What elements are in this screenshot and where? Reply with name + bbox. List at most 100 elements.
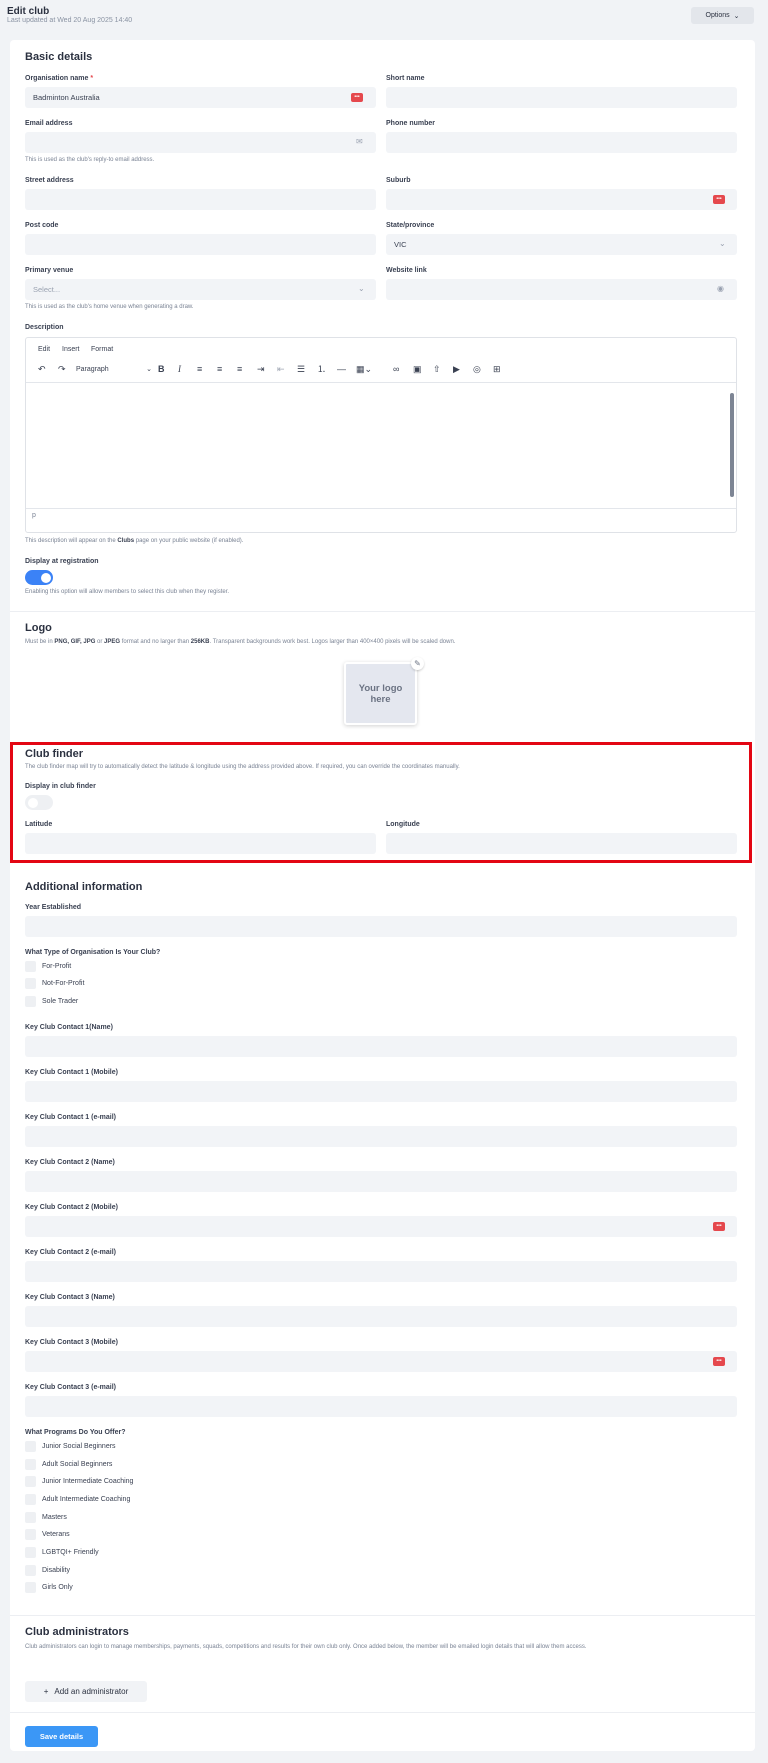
checkbox[interactable] <box>25 1476 36 1487</box>
suburb-input[interactable] <box>386 189 737 210</box>
upload-icon[interactable]: ⇧ <box>433 363 441 375</box>
checkbox[interactable] <box>25 1547 36 1558</box>
bold-icon[interactable]: B <box>158 363 165 375</box>
checkbox[interactable] <box>25 1582 36 1593</box>
checkbox[interactable] <box>25 1494 36 1505</box>
contact-label: Key Club Contact 2 (e-mail) <box>25 1249 117 1256</box>
latitude-label: Latitude <box>25 821 53 828</box>
program-option[interactable]: Girls Only <box>25 1582 73 1593</box>
description-hint: This description will appear on the Club… <box>25 538 244 544</box>
instagram-icon[interactable]: ◎ <box>473 363 481 375</box>
contact-input[interactable] <box>25 1351 737 1372</box>
phone-input[interactable] <box>386 132 737 153</box>
embed-icon[interactable]: ⊞ <box>493 363 501 375</box>
short-name-label: Short name <box>386 75 425 82</box>
menu-insert[interactable]: Insert <box>62 346 80 353</box>
state-label: State/province <box>386 222 435 229</box>
checkbox[interactable] <box>25 1512 36 1523</box>
contact-label: Key Club Contact 3 (e-mail) <box>25 1384 117 1391</box>
redo-icon[interactable]: ↷ <box>58 363 66 375</box>
options-button[interactable]: Options ⌄ <box>691 7 754 24</box>
password-manager-icon[interactable]: ••• <box>713 1222 725 1231</box>
program-option[interactable]: Adult Social Beginners <box>25 1459 112 1470</box>
display-registration-label: Display at registration <box>25 558 99 565</box>
postcode-input[interactable] <box>25 234 376 255</box>
program-option[interactable]: Masters <box>25 1512 67 1523</box>
checkbox[interactable] <box>25 1441 36 1452</box>
description-editor[interactable]: Edit Insert Format ↶ ↷ Paragraph ⌄ B I ≡… <box>25 337 737 533</box>
checkbox[interactable] <box>25 961 36 972</box>
org-name-input[interactable]: Badminton Australia <box>25 87 376 108</box>
contact-input[interactable] <box>25 1036 737 1057</box>
link-icon[interactable]: ∞ <box>393 363 399 375</box>
table-icon[interactable]: ▦⌄ <box>356 363 372 375</box>
suburb-label: Suburb <box>386 177 411 184</box>
horizontal-rule-icon[interactable]: — <box>337 363 346 375</box>
program-option[interactable]: Junior Intermediate Coaching <box>25 1476 133 1487</box>
latitude-input[interactable] <box>25 833 376 854</box>
section-title-additional: Additional information <box>25 881 143 893</box>
align-center-icon[interactable]: ≡ <box>217 363 222 375</box>
org-type-option[interactable]: Not-For-Profit <box>25 978 84 989</box>
checkbox[interactable] <box>25 1565 36 1576</box>
contact-input[interactable] <box>25 1216 737 1237</box>
menu-edit[interactable]: Edit <box>38 346 50 353</box>
contact-input[interactable] <box>25 1261 737 1282</box>
contact-input[interactable] <box>25 1396 737 1417</box>
editor-content-area[interactable] <box>26 382 736 507</box>
checkbox[interactable] <box>25 978 36 989</box>
editor-path: p <box>32 512 36 519</box>
state-select[interactable]: VIC <box>386 234 737 255</box>
undo-icon[interactable]: ↶ <box>38 363 46 375</box>
programs-label: What Programs Do You Offer? <box>25 1429 126 1436</box>
program-option[interactable]: Disability <box>25 1565 70 1576</box>
add-administrator-label: Add an administrator <box>54 1687 129 1696</box>
email-input[interactable] <box>25 132 376 153</box>
password-manager-icon[interactable]: ••• <box>351 93 363 102</box>
password-manager-icon[interactable]: ••• <box>713 195 725 204</box>
year-input[interactable] <box>25 916 737 937</box>
program-option[interactable]: Veterans <box>25 1529 70 1540</box>
add-administrator-button[interactable]: + Add an administrator <box>25 1681 147 1702</box>
display-registration-toggle[interactable] <box>25 570 53 585</box>
street-input[interactable] <box>25 189 376 210</box>
paragraph-select[interactable]: Paragraph ⌄ <box>76 363 152 375</box>
short-name-input[interactable] <box>386 87 737 108</box>
indent-icon[interactable]: ⇥ <box>257 363 265 375</box>
logo-placeholder[interactable]: Your logo here <box>344 662 417 725</box>
venue-select[interactable]: Select... <box>25 279 376 300</box>
contact-input[interactable] <box>25 1306 737 1327</box>
menu-format[interactable]: Format <box>91 346 113 353</box>
website-input[interactable] <box>386 279 737 300</box>
chevron-down-icon: ⌄ <box>146 366 152 373</box>
outdent-icon[interactable]: ⇤ <box>277 363 285 375</box>
program-option[interactable]: Adult Intermediate Coaching <box>25 1494 130 1505</box>
editor-scrollbar[interactable] <box>729 385 735 505</box>
website-label: Website link <box>386 267 427 274</box>
street-label: Street address <box>25 177 74 184</box>
display-registration-hint: Enabling this option will allow members … <box>25 589 230 595</box>
org-type-option[interactable]: Sole Trader <box>25 996 78 1007</box>
org-type-option[interactable]: For-Profit <box>25 961 71 972</box>
checkbox[interactable] <box>25 996 36 1007</box>
align-right-icon[interactable]: ≡ <box>237 363 242 375</box>
checkbox[interactable] <box>25 1529 36 1540</box>
password-manager-icon[interactable]: ••• <box>713 1357 725 1366</box>
program-option[interactable]: Junior Social Beginners <box>25 1441 116 1452</box>
italic-icon[interactable]: I <box>178 363 181 375</box>
numbered-list-icon[interactable]: ⒈ <box>317 363 326 375</box>
media-icon[interactable]: ▶ <box>453 363 460 375</box>
contact-input[interactable] <box>25 1171 737 1192</box>
save-details-button[interactable]: Save details <box>25 1726 98 1747</box>
display-club-finder-toggle[interactable] <box>25 795 53 810</box>
contact-input[interactable] <box>25 1081 737 1102</box>
editor-scrollbar-thumb[interactable] <box>730 393 734 497</box>
contact-input[interactable] <box>25 1126 737 1147</box>
bullet-list-icon[interactable]: ☰ <box>297 363 305 375</box>
program-option[interactable]: LGBTQI+ Friendly <box>25 1547 99 1558</box>
pencil-icon[interactable]: ✎ <box>411 657 424 670</box>
longitude-input[interactable] <box>386 833 737 854</box>
align-left-icon[interactable]: ≡ <box>197 363 202 375</box>
image-icon[interactable]: ▣ <box>413 363 422 375</box>
checkbox[interactable] <box>25 1459 36 1470</box>
